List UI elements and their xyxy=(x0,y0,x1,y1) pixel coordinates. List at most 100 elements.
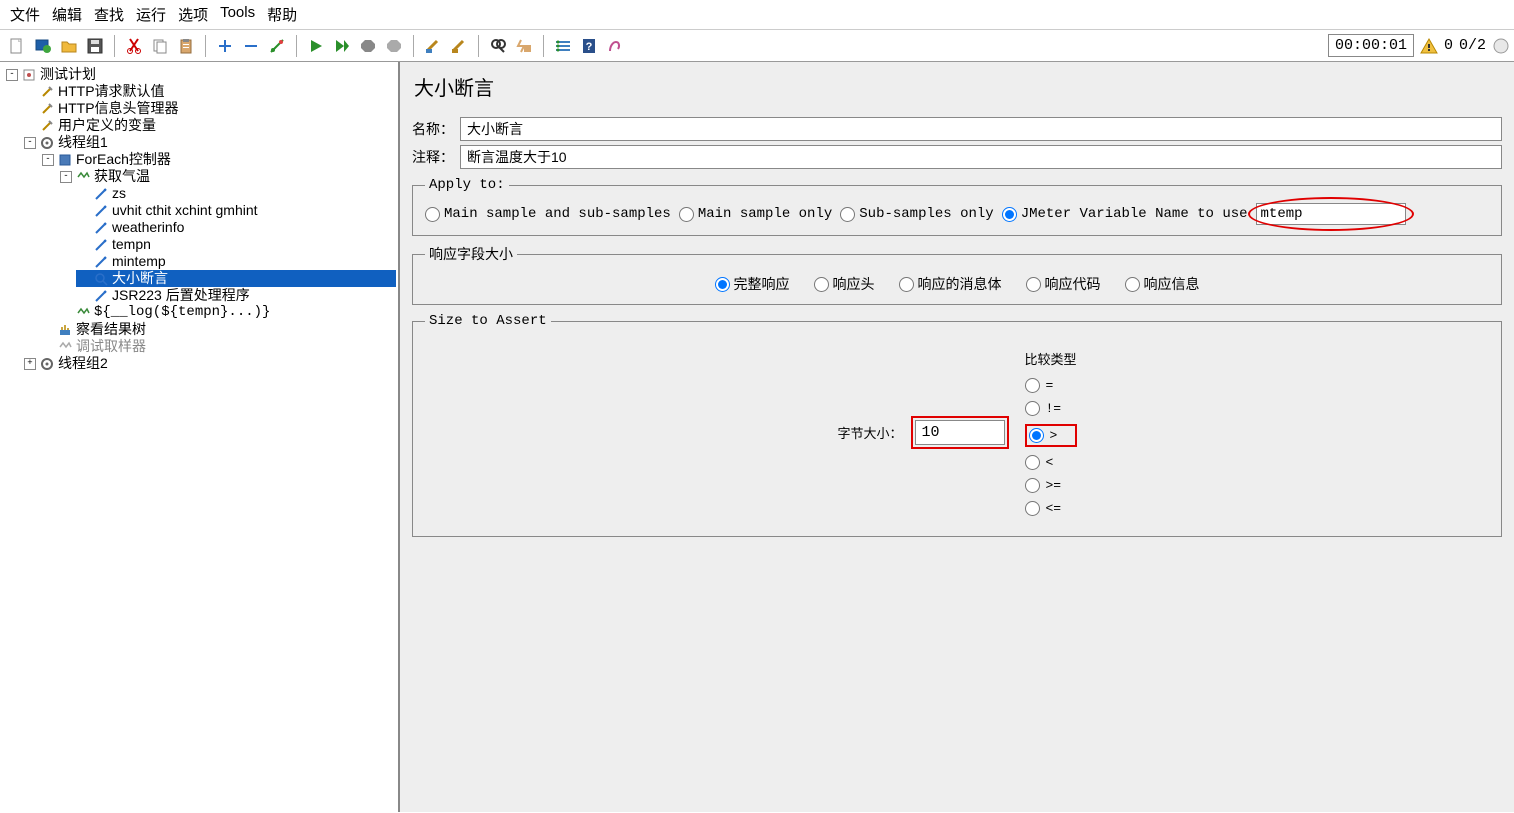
new-file-icon[interactable] xyxy=(6,35,28,57)
cut-icon[interactable] xyxy=(123,35,145,57)
extractor-icon xyxy=(93,186,109,202)
threads-gauge-icon xyxy=(1492,37,1510,55)
expander-icon[interactable]: - xyxy=(24,137,36,149)
tree-http-defaults[interactable]: HTTP请求默认值 xyxy=(22,83,396,100)
tree-weatherinfo[interactable]: weatherinfo xyxy=(76,219,396,236)
search-icon[interactable] xyxy=(487,35,509,57)
help-icon[interactable]: ? xyxy=(578,35,600,57)
byte-size-label: 字节大小： xyxy=(837,423,902,442)
name-input[interactable] xyxy=(460,117,1502,141)
tree-view-results[interactable]: 察看结果树 xyxy=(40,321,396,338)
collapse-remove-icon[interactable] xyxy=(240,35,262,57)
comp-ge[interactable]: >= xyxy=(1025,478,1077,493)
menu-options[interactable]: 选项 xyxy=(174,2,212,27)
gear-icon xyxy=(39,135,55,151)
jmeter-icon[interactable] xyxy=(604,35,626,57)
copy-icon[interactable] xyxy=(149,35,171,57)
tree-uvhit[interactable]: uvhit cthit xchint gmhint xyxy=(76,202,396,219)
comment-input[interactable] xyxy=(460,145,1502,169)
save-icon[interactable] xyxy=(84,35,106,57)
compare-type-group: 比较类型 = != > < >= <= xyxy=(1025,349,1077,516)
comp-le[interactable]: <= xyxy=(1025,501,1077,516)
name-label: 名称： xyxy=(412,119,454,139)
applyto-sub-only[interactable]: Sub-samples only xyxy=(840,206,993,222)
warning-icon[interactable] xyxy=(1420,37,1438,55)
tree-tempn[interactable]: tempn xyxy=(76,236,396,253)
tree-foreach[interactable]: -ForEach控制器 xyxy=(40,151,396,168)
timer-display: 00:00:01 xyxy=(1328,34,1414,57)
tree-jsr223[interactable]: JSR223 后置处理程序 xyxy=(76,287,396,304)
tree-logexpr[interactable]: ${__log(${tempn}...)} xyxy=(58,304,396,321)
comp-lt[interactable]: < xyxy=(1025,455,1077,470)
respfield-code[interactable]: 响应代码 xyxy=(1026,274,1101,294)
tree-threadgroup1[interactable]: -线程组1 xyxy=(22,134,396,151)
stop-icon[interactable] xyxy=(357,35,379,57)
expander-icon[interactable]: - xyxy=(60,171,72,183)
test-plan-tree[interactable]: - 测试计划 HTTP请求默认值 HTTP信息头管理器 用户定义的变量 -线程组… xyxy=(0,62,400,812)
tree-gettemp[interactable]: -获取气温 xyxy=(58,168,396,185)
expand-add-icon[interactable] xyxy=(214,35,236,57)
gear-icon xyxy=(39,356,55,372)
sampler-disabled-icon xyxy=(57,339,73,355)
menu-tools[interactable]: Tools xyxy=(216,2,259,27)
comp-eq[interactable]: = xyxy=(1025,378,1077,393)
sampler-icon xyxy=(75,305,91,321)
apply-to-legend: Apply to: xyxy=(425,177,509,193)
comp-gt[interactable]: > xyxy=(1029,428,1073,443)
extractor-icon xyxy=(93,203,109,219)
tree-http-header[interactable]: HTTP信息头管理器 xyxy=(22,100,396,117)
shutdown-icon[interactable] xyxy=(383,35,405,57)
respfield-body[interactable]: 响应的消息体 xyxy=(899,274,1002,294)
svg-text:?: ? xyxy=(586,41,593,53)
extractor-icon xyxy=(93,254,109,270)
comp-ne[interactable]: != xyxy=(1025,401,1077,416)
active-count: 0 xyxy=(1444,37,1453,54)
controller-icon xyxy=(57,152,73,168)
byte-size-input[interactable] xyxy=(915,420,1005,445)
comment-label: 注释： xyxy=(412,147,454,167)
toolbar: ? 00:00:01 0 0/2 xyxy=(0,30,1514,62)
config-icon xyxy=(39,118,55,134)
paste-icon[interactable] xyxy=(175,35,197,57)
start-no-timers-icon[interactable] xyxy=(331,35,353,57)
start-icon[interactable] xyxy=(305,35,327,57)
menu-run[interactable]: 运行 xyxy=(132,2,170,27)
respfield-full[interactable]: 完整响应 xyxy=(715,274,790,294)
tree-mintemp[interactable]: mintemp xyxy=(76,253,396,270)
menu-file[interactable]: 文件 xyxy=(6,2,44,27)
sampler-icon xyxy=(75,169,91,185)
templates-icon[interactable] xyxy=(32,35,54,57)
variable-name-input[interactable] xyxy=(1256,203,1406,225)
response-field-fieldset: 响应字段大小 完整响应 响应头 响应的消息体 响应代码 响应信息 xyxy=(412,244,1502,305)
menubar: 文件 编辑 查找 运行 选项 Tools 帮助 xyxy=(0,0,1514,30)
menu-edit[interactable]: 编辑 xyxy=(48,2,86,27)
tree-zs[interactable]: zs xyxy=(76,185,396,202)
applyto-variable[interactable]: JMeter Variable Name to use xyxy=(1002,206,1248,222)
toggle-icon[interactable] xyxy=(266,35,288,57)
tree-debug-sampler[interactable]: 调试取样器 xyxy=(40,338,396,355)
applyto-main-sub[interactable]: Main sample and sub-samples xyxy=(425,206,671,222)
function-helper-icon[interactable] xyxy=(552,35,574,57)
menu-search[interactable]: 查找 xyxy=(90,2,128,27)
applyto-main-only[interactable]: Main sample only xyxy=(679,206,832,222)
tree-root[interactable]: - 测试计划 xyxy=(4,66,396,83)
apply-to-fieldset: Apply to: Main sample and sub-samples Ma… xyxy=(412,177,1502,236)
respfield-headers[interactable]: 响应头 xyxy=(814,274,875,294)
clear-all-icon[interactable] xyxy=(448,35,470,57)
menu-help[interactable]: 帮助 xyxy=(263,2,301,27)
expander-icon[interactable]: + xyxy=(24,358,36,370)
respfield-message[interactable]: 响应信息 xyxy=(1125,274,1200,294)
open-icon[interactable] xyxy=(58,35,80,57)
clear-icon[interactable] xyxy=(422,35,444,57)
reset-search-icon[interactable] xyxy=(513,35,535,57)
tree-size-assertion[interactable]: 大小断言 xyxy=(76,270,396,287)
expander-icon[interactable]: - xyxy=(42,154,54,166)
listener-icon xyxy=(57,322,73,338)
size-to-assert-legend: Size to Assert xyxy=(425,313,551,329)
tree-threadgroup2[interactable]: +线程组2 xyxy=(22,355,396,372)
config-icon xyxy=(39,101,55,117)
expander-icon[interactable]: - xyxy=(6,69,18,81)
tree-user-vars[interactable]: 用户定义的变量 xyxy=(22,117,396,134)
assertion-icon xyxy=(93,271,109,287)
compare-type-heading: 比较类型 xyxy=(1025,349,1077,368)
